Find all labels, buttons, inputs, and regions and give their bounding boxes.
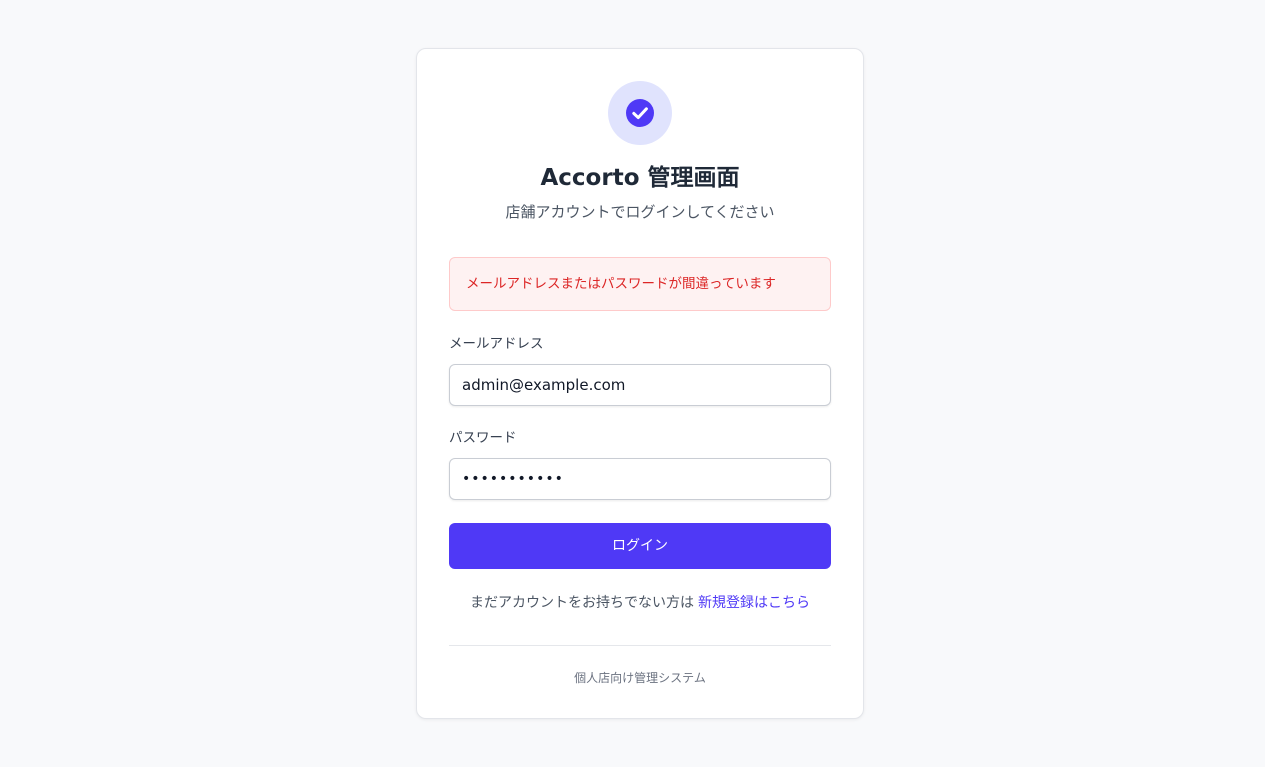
page-title: Accorto 管理画面 — [540, 165, 740, 191]
signup-prompt: まだアカウントをお持ちでない方は 新規登録はこちら — [417, 592, 863, 614]
password-field[interactable]: ••••••••••• — [449, 458, 831, 500]
email-label: メールアドレス — [449, 336, 544, 352]
password-label: パスワード — [449, 430, 517, 446]
login-card: Accorto 管理画面 店舗アカウントでログインしてください メールアドレスま… — [416, 48, 864, 719]
error-alert: メールアドレスまたはパスワードが間違っています — [449, 257, 831, 311]
login-button[interactable]: ログイン — [449, 523, 831, 569]
check-circle-icon — [626, 99, 654, 127]
email-field[interactable]: admin@example.com — [449, 364, 831, 406]
divider — [449, 645, 831, 646]
signup-link[interactable]: 新規登録はこちら — [698, 595, 810, 611]
signup-prompt-text: まだアカウントをお持ちでない方は — [470, 595, 694, 611]
footer-text: 個人店向け管理システム — [574, 671, 706, 685]
logo-badge — [608, 81, 672, 145]
page-subtitle: 店舗アカウントでログインしてください — [505, 203, 775, 221]
